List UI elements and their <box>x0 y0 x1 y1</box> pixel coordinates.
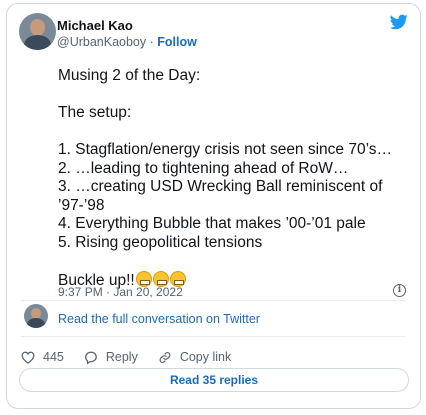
tweet-line: 3. …creating USD Wrecking Ball reminisce… <box>58 178 383 195</box>
separator-dot: · <box>149 35 154 49</box>
likes-count: 445 <box>43 350 64 364</box>
tweet-line: 1. Stagflation/energy crisis not seen si… <box>58 141 393 158</box>
twitter-bird-icon[interactable] <box>390 14 408 30</box>
reply-label: Reply <box>105 350 138 364</box>
reply-bubble-icon <box>84 351 97 364</box>
conversation-avatar[interactable] <box>24 304 48 328</box>
tweet-line <box>58 86 408 105</box>
tweet-line <box>58 123 408 142</box>
tweet-line: The setup: <box>58 104 132 121</box>
tweet-line: Musing 2 of the Day: <box>58 67 201 84</box>
copy-link-label: Copy link <box>179 350 232 364</box>
read-replies-button[interactable]: Read 35 replies <box>19 368 409 392</box>
tweet-text: Musing 2 of the Day: The setup: 1. Stagf… <box>58 67 408 289</box>
info-icon[interactable]: i <box>393 284 406 297</box>
author-handle[interactable]: @UrbanKaoboy <box>57 35 146 49</box>
tweet-line: 5. Rising geopolitical tensions <box>58 233 263 251</box>
reply-action[interactable]: Reply <box>84 350 138 364</box>
tweet-line: ’97-’98 <box>58 196 105 214</box>
tweet-embed-card: Michael Kao @UrbanKaoboy · Follow Musing… <box>6 3 421 409</box>
tweet-line: 4. Everything Bubble that makes ’00-’01 … <box>58 215 366 232</box>
link-icon <box>159 351 171 363</box>
tweet-line <box>58 252 408 271</box>
author-handle-row: @UrbanKaoboy · Follow <box>57 35 197 49</box>
author-name[interactable]: Michael Kao <box>57 18 133 33</box>
read-full-conversation-link[interactable]: Read the full conversation on Twitter <box>58 312 260 326</box>
like-action[interactable]: 445 <box>21 350 64 364</box>
author-avatar[interactable] <box>19 13 56 50</box>
copy-link-action[interactable]: Copy link <box>158 350 231 364</box>
tweet-timestamp[interactable]: 9:37 PM · Jan 20, 2022 <box>58 285 183 299</box>
tweet-actions: 445 Reply Copy link <box>21 347 251 367</box>
follow-button[interactable]: Follow <box>157 35 197 49</box>
divider <box>21 300 405 301</box>
divider <box>21 336 405 337</box>
tweet-line: 2. …leading to tightening ahead of RoW… <box>58 159 349 177</box>
heart-icon <box>21 351 35 364</box>
